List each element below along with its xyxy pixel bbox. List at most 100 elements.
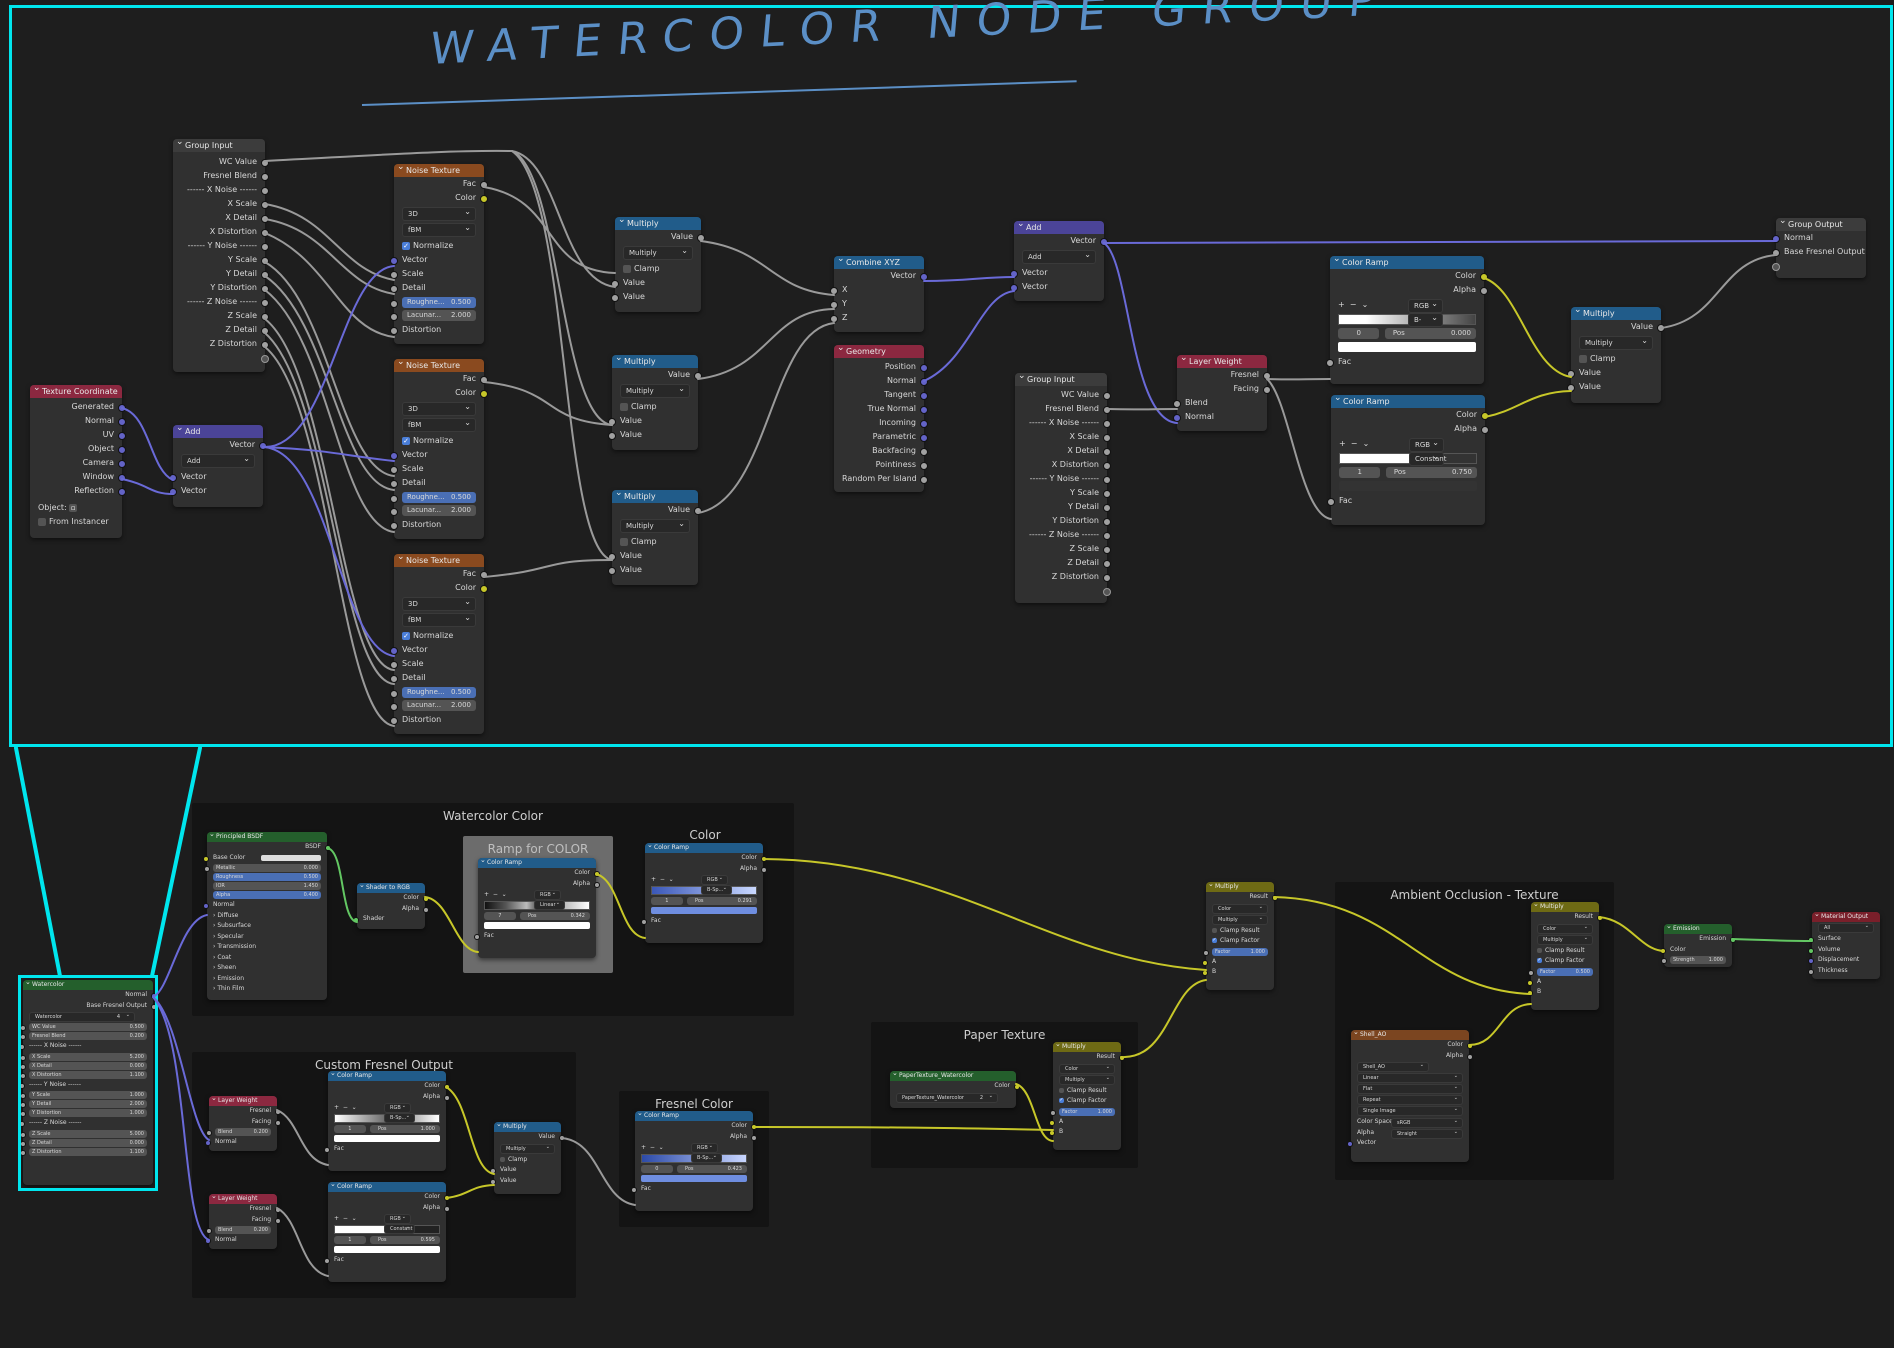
node-group-input-2[interactable]: Group Input WC Value Fresnel Blend -----… <box>1015 373 1111 603</box>
clamp-factor-checkbox[interactable]: ✓ <box>1537 958 1542 963</box>
node-header[interactable]: Emission <box>1664 924 1732 934</box>
clamp-result-row[interactable]: Clamp Result <box>1206 926 1274 937</box>
stop-color-swatch[interactable] <box>1339 481 1477 491</box>
ramp-toolbar[interactable]: + − ⌄ RGB Constant <box>1339 437 1477 466</box>
noise-type-dropdown[interactable]: fBM <box>402 417 476 432</box>
clamp-row[interactable]: Clamp <box>1571 352 1661 366</box>
node-header[interactable]: Group Input <box>173 139 265 152</box>
clamp-factor-row[interactable]: ✓ Clamp Factor <box>1206 936 1274 947</box>
normalize-row[interactable]: ✓ Normalize <box>394 434 484 448</box>
blend-mode-dropdown[interactable]: Multiply <box>1537 934 1593 945</box>
clamp-result-row[interactable]: Clamp Result <box>1053 1086 1121 1097</box>
bsdf-panel-toggle[interactable]: › Emission <box>207 974 327 985</box>
color-space-dropdown[interactable]: sRGB <box>1391 1117 1463 1128</box>
roughness-field[interactable]: Roughne... 0.500 <box>390 297 476 308</box>
ramp-interp-dropdown[interactable]: B-Sp... <box>691 1152 722 1163</box>
base-color-swatch[interactable] <box>261 854 321 861</box>
lacunarity-field[interactable]: Lacunar... 2.000 <box>390 700 476 711</box>
node-color-ramp-1[interactable]: Color Ramp Color Alpha + − ⌄ RGB B-Splin… <box>1326 256 1488 384</box>
normalize-row[interactable]: ✓ Normalize <box>394 629 484 643</box>
node-multiply-top-right[interactable]: Multiply Value Multiply Clamp Value Valu… <box>1567 307 1665 403</box>
ramp-interp-dropdown[interactable]: B-Spline <box>1408 312 1443 336</box>
node-header[interactable]: Add <box>1014 221 1104 234</box>
node-shader-to-rgb[interactable]: Shader to RGB Color Alpha Shader <box>353 883 429 929</box>
dimensions-dropdown[interactable]: 3D <box>402 206 476 221</box>
interpolation-dropdown[interactable]: Linear <box>1357 1072 1463 1083</box>
node-multiply-3[interactable]: Multiply Value Multiply Clamp Value Valu… <box>608 490 702 585</box>
from-instancer-row[interactable]: From Instancer <box>30 515 122 529</box>
ramp-toolbar[interactable]: + − ⌄ RGB Constant <box>334 1213 440 1234</box>
node-mix-multiply-paper[interactable]: Multiply Result Color Multiply Clamp Res… <box>1049 1042 1125 1150</box>
node-header[interactable]: Texture Coordinate <box>30 385 122 398</box>
ramp-stop-row[interactable]: 1 Pos 0.291 <box>651 897 757 905</box>
blend-field[interactable]: Blend 0.200 <box>206 1226 271 1234</box>
metallic-field[interactable]: Metallic 0.000 <box>204 864 321 872</box>
blend-mode-dropdown[interactable]: Multiply <box>1212 914 1268 925</box>
math-mode-dropdown[interactable]: Multiply <box>623 245 693 260</box>
node-noise-texture-1[interactable]: Noise Texture Fac Color 3D fBM ✓Normaliz… <box>390 164 488 344</box>
node-header[interactable]: Color Ramp <box>635 1111 753 1121</box>
normalize-checkbox[interactable]: ✓ <box>402 436 410 445</box>
clamp-result-checkbox[interactable] <box>1059 1087 1064 1093</box>
add-mode-dropdown[interactable]: Add <box>1022 249 1096 264</box>
math-mode-dropdown[interactable]: Multiply <box>500 1143 555 1154</box>
clamp-factor-checkbox[interactable]: ✓ <box>1059 1098 1064 1103</box>
clamp-checkbox[interactable] <box>623 264 631 273</box>
clamp-checkbox[interactable] <box>620 537 628 546</box>
clamp-checkbox[interactable] <box>620 402 628 411</box>
node-header[interactable]: Color Ramp <box>1331 395 1485 408</box>
roughness-field[interactable]: Roughness 0.500 <box>213 873 321 881</box>
node-header[interactable]: Multiply <box>494 1122 561 1132</box>
ramp-stop-row[interactable]: 1 Pos 0.750 <box>1339 467 1477 478</box>
node-multiply-1[interactable]: Multiply Value Multiply Clamp Value Valu… <box>611 217 705 312</box>
clamp-row[interactable]: Clamp <box>612 400 698 414</box>
ramp-mode-dropdown[interactable]: RGB <box>1409 437 1444 452</box>
node-mix-multiply-ao[interactable]: Multiply Result Color Multiply Clamp Res… <box>1527 902 1603 1010</box>
clamp-result-checkbox[interactable] <box>1212 927 1217 933</box>
node-layer-weight-b[interactable]: Layer Weight Fresnel Facing Blend0.200 N… <box>205 1194 281 1249</box>
clamp-factor-checkbox[interactable]: ✓ <box>1212 938 1217 943</box>
data-type-dropdown[interactable]: Color <box>1537 923 1593 934</box>
factor-field[interactable]: Factor 1.000 <box>1203 947 1268 956</box>
clamp-checkbox[interactable] <box>1579 354 1587 363</box>
ramp-toolbar[interactable]: + − ⌄ RGB Linear <box>484 889 590 910</box>
node-layer-weight-a[interactable]: Layer Weight Fresnel Facing Blend0.200 N… <box>205 1096 281 1151</box>
node-header[interactable]: Multiply <box>615 217 701 230</box>
ramp-stop-row[interactable]: 0 Pos 0.000 <box>1338 328 1476 339</box>
stop-color-swatch[interactable] <box>651 907 757 914</box>
node-group-output[interactable]: Group Output Normal Base Fresnel Output <box>1772 218 1866 278</box>
node-image-texture-ao[interactable]: Shell_AO Color Alpha Shell_AO Linear Fla… <box>1347 1030 1473 1162</box>
image-datablock-selector[interactable]: Shell_AO <box>1357 1061 1429 1072</box>
node-color-ramp-fresnel-b[interactable]: Color Ramp Color Alpha + − ⌄ RGB Constan… <box>324 1182 450 1282</box>
node-add-vector-2[interactable]: Add Vector Add Vector Vector <box>1010 221 1108 301</box>
node-noise-texture-3[interactable]: Noise Texture Fac Color 3D fBM ✓Normaliz… <box>390 554 488 734</box>
bsdf-panel-toggle[interactable]: › Diffuse <box>207 911 327 922</box>
data-type-dropdown[interactable]: Color <box>1059 1063 1115 1074</box>
node-color-ramp-fresnel-color[interactable]: Color Ramp Color Alpha + − ⌄ RGB B-Sp...… <box>631 1111 757 1211</box>
ramp-stop-row[interactable]: 0 Pos 0.423 <box>641 1165 747 1173</box>
node-header[interactable]: Multiply <box>612 355 698 368</box>
clamp-checkbox[interactable] <box>500 1156 505 1162</box>
node-header[interactable]: Group Output <box>1776 218 1866 231</box>
noise-type-dropdown[interactable]: fBM <box>402 222 476 237</box>
normalize-checkbox[interactable]: ✓ <box>402 241 410 250</box>
projection-dropdown[interactable]: Flat <box>1357 1083 1463 1094</box>
node-header[interactable]: Color Ramp <box>1330 256 1484 269</box>
node-header[interactable]: Noise Texture <box>394 554 484 567</box>
node-header[interactable]: Noise Texture <box>394 359 484 372</box>
node-header[interactable]: Multiply <box>1053 1042 1121 1052</box>
node-layer-weight[interactable]: Layer Weight Fresnel Facing Blend Normal <box>1173 355 1271 431</box>
ramp-toolbar[interactable]: + − ⌄ RGB B-Sp... <box>334 1102 440 1123</box>
target-dropdown[interactable]: All <box>1818 922 1874 933</box>
node-header[interactable]: Group Input <box>1015 373 1107 386</box>
extension-dropdown[interactable]: Repeat <box>1357 1094 1463 1105</box>
ramp-interp-dropdown[interactable]: Constant <box>384 1223 415 1234</box>
group-datablock-selector[interactable]: PaperTexture_Watercolor 2 <box>896 1092 998 1103</box>
blend-mode-dropdown[interactable]: Multiply <box>1059 1074 1115 1085</box>
lacunarity-field[interactable]: Lacunar... 2.000 <box>390 505 476 516</box>
clamp-factor-row[interactable]: ✓ Clamp Factor <box>1531 956 1599 967</box>
clamp-result-row[interactable]: Clamp Result <box>1531 946 1599 957</box>
node-header[interactable]: Multiply <box>1531 902 1599 912</box>
ramp-interp-dropdown[interactable]: B-Sp... <box>701 884 732 895</box>
node-header[interactable]: Geometry <box>834 345 924 358</box>
